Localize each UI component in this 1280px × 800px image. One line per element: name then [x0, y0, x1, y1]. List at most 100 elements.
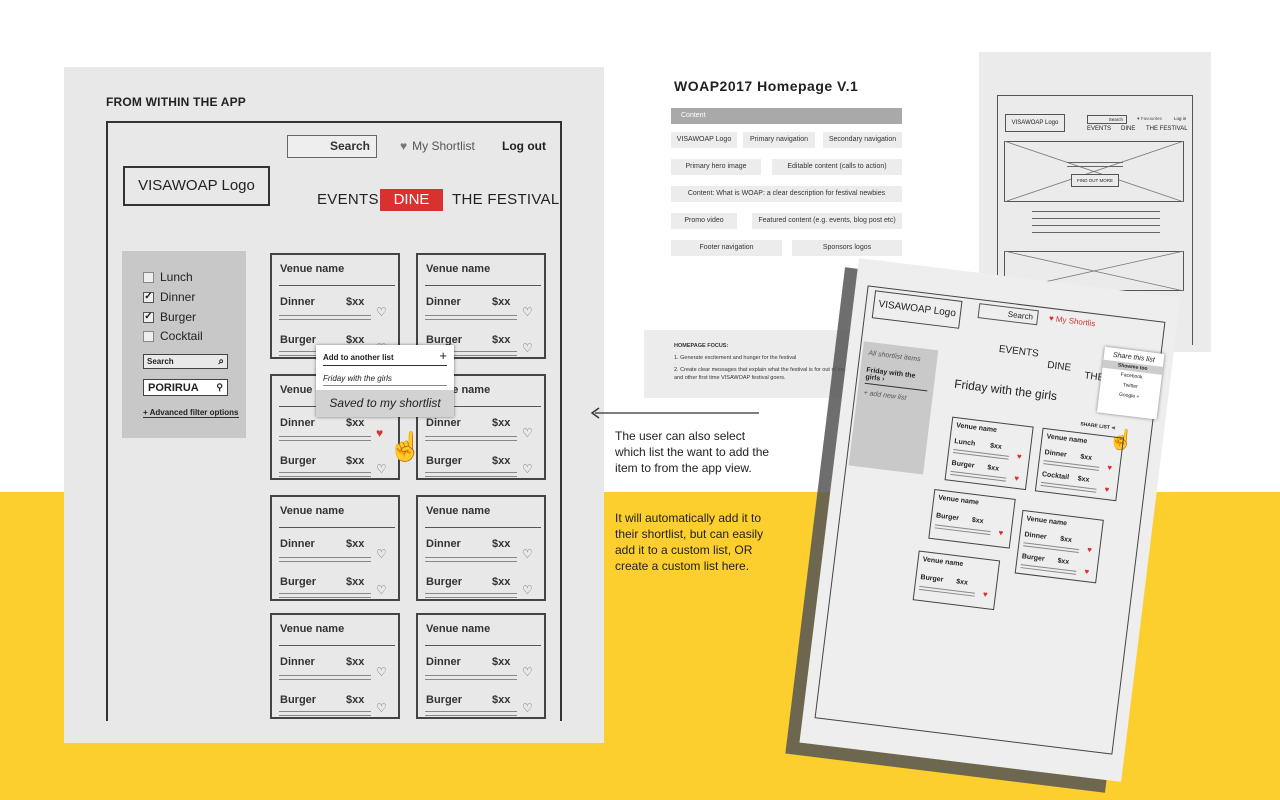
plus-icon[interactable]: + — [439, 348, 447, 363]
nav-events[interactable]: EVENTS — [317, 191, 379, 208]
item-label: Burger — [935, 512, 960, 523]
heart-icon[interactable]: ♡ — [376, 583, 387, 597]
add-to-another-list[interactable]: Add to another list — [323, 353, 394, 362]
price: $xx — [989, 442, 1003, 451]
shortlist-card[interactable]: Venue name Lunch $xx ♥ Burger $xx ♥ — [944, 416, 1034, 491]
venue-name: Venue name — [280, 623, 345, 635]
heart-icon[interactable]: ♡ — [522, 547, 533, 561]
logout-link[interactable]: Log out — [502, 139, 546, 153]
heart-icon[interactable]: ♡ — [522, 341, 533, 355]
price: $xx — [1059, 535, 1073, 545]
shortlist-card[interactable]: Venue name Dinner $xx ♥ Burger $xx ♥ — [1014, 509, 1104, 584]
checkbox[interactable] — [143, 271, 154, 283]
venue-card[interactable]: Venue name Dinner$xx ♡ Burger$xx ♡ — [270, 253, 400, 359]
heart-icon[interactable]: ♡ — [522, 701, 533, 715]
venue-card[interactable]: Venue name Dinner$xx ♡ Burger$xx ♡ — [416, 613, 546, 719]
item-label: Burger — [280, 576, 317, 588]
nav-dine[interactable]: DINE — [380, 189, 443, 211]
text-line — [1032, 218, 1160, 219]
venue-name: Venue name — [280, 505, 345, 517]
heart-filled-icon[interactable]: ♥ — [1104, 485, 1110, 495]
text-line — [1032, 225, 1160, 226]
item-label: Burger — [920, 573, 944, 584]
content-header: Content — [671, 108, 902, 124]
filter-burger[interactable]: ✓ Burger — [143, 310, 196, 324]
shortlist-card[interactable]: Venue name Burger $xx ♥ — [928, 488, 1016, 549]
content-chip: Featured content (e.g. events, blog post… — [752, 213, 902, 229]
saved-confirmation: Saved to my shortlist — [316, 390, 454, 417]
heart-icon[interactable]: ♡ — [376, 547, 387, 561]
shortlist-label: My Shortlist — [412, 139, 475, 153]
list-friday[interactable]: Friday with the girls › — [864, 366, 930, 392]
heart-icon[interactable]: ♡ — [522, 583, 533, 597]
all-shortlist-items[interactable]: All shortlist items — [868, 350, 931, 365]
price: $xx — [346, 296, 365, 308]
heart-filled-icon[interactable]: ♥ — [982, 590, 988, 600]
homepage-nav-festival: THE FESTIVAL — [1146, 126, 1188, 132]
heart-icon[interactable]: ♡ — [522, 462, 533, 476]
venue-name: Venue name — [426, 505, 491, 517]
my-shortlist-link[interactable]: ♥ My Shortlist — [400, 139, 475, 153]
heart-filled-icon[interactable]: ♥ — [1087, 545, 1093, 555]
panel-title: FROM WITHIN THE APP — [106, 95, 247, 109]
venue-card[interactable]: Venue name Dinner$xx ♡ Burger$xx ♡ — [270, 613, 400, 719]
content-chip: Content: What is WOAP: a clear descripti… — [671, 186, 902, 202]
item-label: Burger — [426, 576, 463, 588]
price: $xx — [492, 296, 511, 308]
list-option-friday[interactable]: Friday with the girls — [323, 374, 392, 383]
shortlist-card[interactable]: Venue name Burger $xx ♥ — [912, 550, 1001, 611]
search-input[interactable]: Search — [287, 135, 377, 158]
content-chip: Footer navigation — [671, 240, 782, 256]
heart-icon[interactable]: ♡ — [522, 426, 533, 440]
checkbox[interactable]: ✓ — [143, 291, 154, 303]
filter-dinner[interactable]: ✓ Dinner — [143, 290, 195, 304]
filter-search-input[interactable]: Search ⌕ — [143, 354, 228, 369]
heart-icon[interactable]: ♡ — [376, 665, 387, 679]
heart-filled-icon[interactable]: ♥ — [998, 528, 1004, 538]
add-new-list[interactable]: + add new list — [863, 390, 926, 405]
price: $xx — [971, 516, 984, 526]
price: $xx — [492, 656, 511, 668]
venue-name: Venue name — [922, 556, 964, 569]
nav-festival[interactable]: THE FESTIVAL — [452, 191, 560, 208]
annotation-note-1: The user can also select which list the … — [615, 429, 770, 475]
advanced-filter-link[interactable]: + Advanced filter options — [143, 408, 239, 418]
filter-lunch[interactable]: Lunch — [143, 270, 193, 284]
hand-cursor-icon: ☝ — [388, 431, 423, 462]
heart-icon[interactable]: ♡ — [522, 665, 533, 679]
shortlist-wireframe: VISAWOAP Logo Search ♥ My Shortlis EVENT… — [799, 258, 1181, 782]
price: $xx — [492, 455, 511, 467]
item-label: Dinner — [426, 656, 461, 668]
item-label: Dinner — [426, 538, 461, 550]
heart-filled-icon[interactable]: ♥ — [376, 426, 383, 440]
checkbox[interactable]: ✓ — [143, 311, 154, 323]
item-label: Cocktail — [1041, 471, 1070, 482]
homepage-favourites: ♥ Favourites — [1137, 116, 1162, 121]
checkbox[interactable] — [143, 330, 154, 342]
price: $xx — [346, 417, 365, 429]
content-chip: VISAWOAP Logo — [671, 132, 737, 148]
homepage-search: Search — [1087, 115, 1127, 124]
annotation-note-2: It will automatically add it to their sh… — [615, 511, 764, 573]
filter-cocktail[interactable]: Cocktail — [143, 329, 203, 343]
heart-icon[interactable]: ♡ — [376, 701, 387, 715]
location-input[interactable]: PORIRUA ⚲ — [143, 379, 228, 396]
heart-filled-icon[interactable]: ♥ — [1107, 463, 1113, 473]
search-icon: ⌕ — [218, 356, 224, 367]
heart-filled-icon[interactable]: ♥ — [1084, 567, 1090, 577]
heart-icon[interactable]: ♡ — [522, 305, 533, 319]
heart-icon[interactable]: ♡ — [376, 462, 387, 476]
heart-icon[interactable]: ♡ — [376, 305, 387, 319]
logo[interactable]: VISAWOAP Logo — [123, 166, 270, 206]
price: $xx — [346, 538, 365, 550]
homepage-login: Log in — [1174, 116, 1187, 121]
heart-filled-icon[interactable]: ♥ — [1014, 474, 1020, 484]
content-chip: Promo video — [671, 213, 737, 229]
shortlist-card[interactable]: Venue name Dinner $xx ♥ Cocktail $xx ♥ — [1034, 427, 1125, 502]
price: $xx — [1079, 453, 1093, 462]
venue-card[interactable]: Venue name Dinner$xx ♡ Burger$xx ♡ — [270, 495, 400, 601]
venue-card[interactable]: Venue name Dinner$xx ♡ Burger$xx ♡ — [416, 495, 546, 601]
spec-title: WOAP2017 Homepage V.1 — [674, 78, 859, 94]
venue-card[interactable]: Venue name Dinner$xx ♡ Burger$xx ♡ — [416, 253, 546, 359]
heart-filled-icon[interactable]: ♥ — [1016, 452, 1022, 462]
